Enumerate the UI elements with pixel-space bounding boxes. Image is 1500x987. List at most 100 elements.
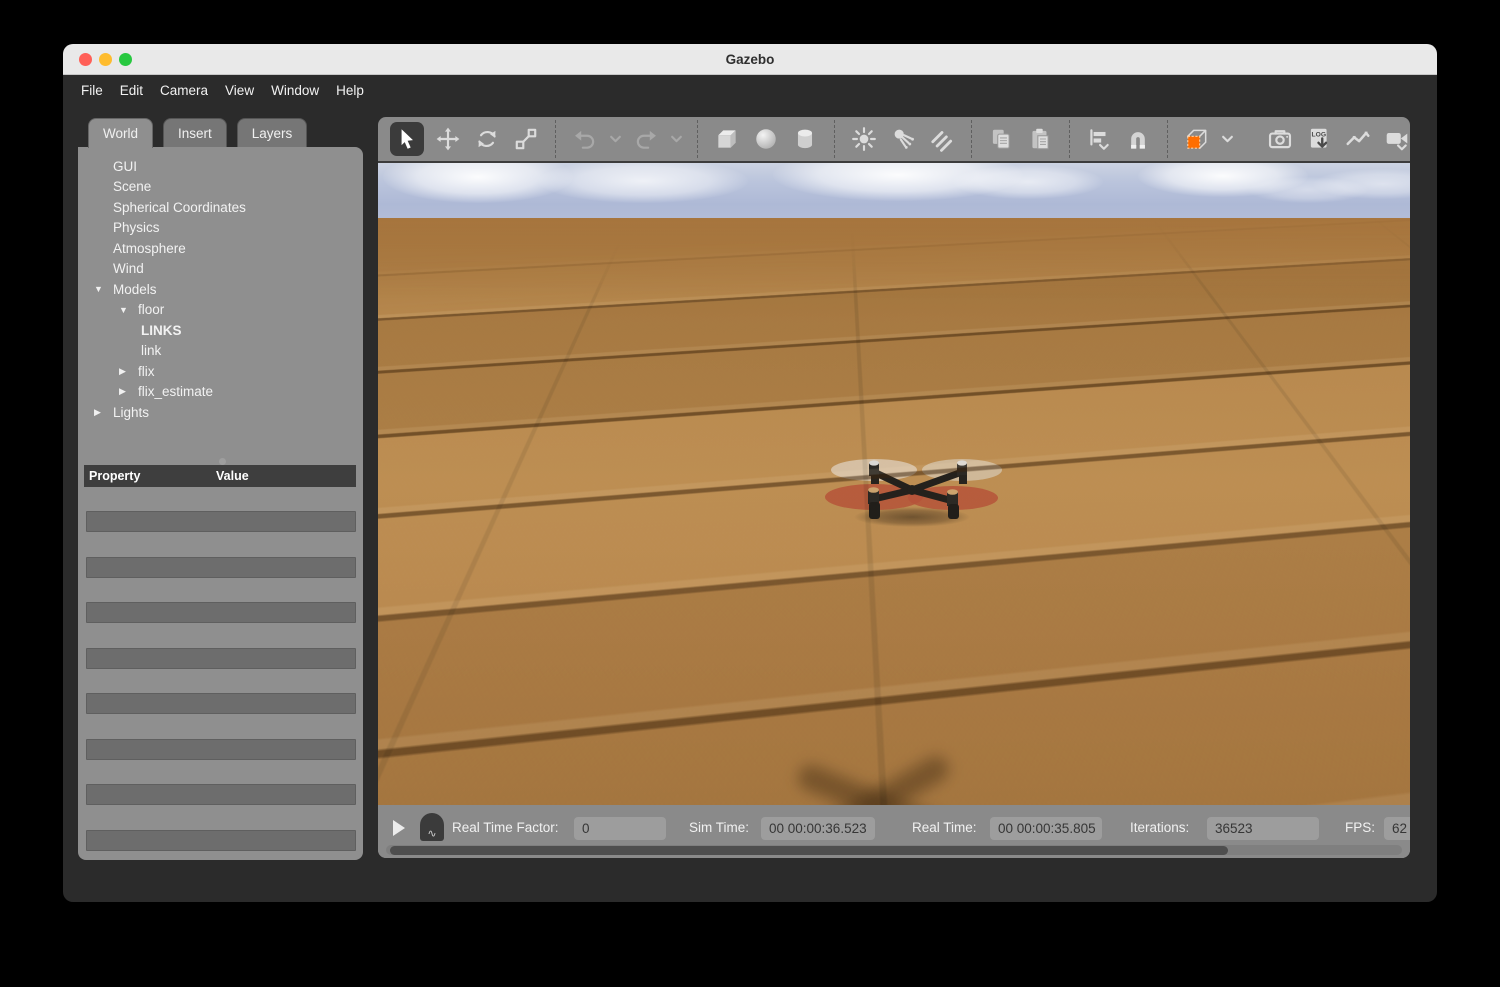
viewport-3d[interactable] bbox=[378, 163, 1410, 805]
real-time-factor-field[interactable]: 0 bbox=[574, 817, 666, 840]
tree-item-wind[interactable]: Wind bbox=[78, 259, 363, 280]
floor-shadow-stain bbox=[778, 753, 998, 805]
play-button[interactable] bbox=[393, 820, 405, 836]
step-icon: ∿ bbox=[427, 827, 436, 841]
select-tool-button[interactable] bbox=[390, 122, 424, 156]
close-window-button[interactable] bbox=[79, 53, 92, 66]
real-time-label: Real Time: bbox=[912, 820, 977, 835]
undo-button[interactable] bbox=[570, 122, 600, 156]
copy-button[interactable] bbox=[986, 122, 1016, 156]
real-time-factor-label: Real Time Factor: bbox=[452, 820, 559, 835]
world-tree: GUI Scene Spherical Coordinates Physics … bbox=[78, 147, 363, 423]
minimize-window-button[interactable] bbox=[99, 53, 112, 66]
tree-item-atmosphere[interactable]: Atmosphere bbox=[78, 238, 363, 259]
menubar: File Edit Camera View Window Help bbox=[63, 75, 1437, 105]
sphere-button[interactable] bbox=[751, 122, 781, 156]
menu-camera[interactable]: Camera bbox=[160, 83, 208, 98]
value-column-header: Value bbox=[216, 469, 249, 483]
magnet-icon bbox=[1125, 126, 1151, 152]
collapse-arrow-icon[interactable]: ▼ bbox=[92, 284, 113, 294]
tree-item-gui[interactable]: GUI bbox=[78, 156, 363, 177]
move-arrows-icon bbox=[435, 126, 461, 152]
rotate-tool-button[interactable] bbox=[472, 122, 502, 156]
menu-file[interactable]: File bbox=[81, 83, 103, 98]
expand-arrow-icon[interactable]: ▶ bbox=[117, 386, 138, 397]
video-camera-icon bbox=[1384, 126, 1410, 152]
paste-clipboard-icon bbox=[1027, 126, 1053, 152]
spot-light-button[interactable] bbox=[888, 122, 918, 156]
log-record-button[interactable]: LOG bbox=[1304, 122, 1334, 156]
zoom-window-button[interactable] bbox=[119, 53, 132, 66]
tab-world[interactable]: World bbox=[88, 118, 153, 148]
property-row bbox=[86, 511, 356, 532]
camera-icon bbox=[1267, 126, 1293, 152]
translate-tool-button[interactable] bbox=[433, 122, 463, 156]
tree-item-scene[interactable]: Scene bbox=[78, 177, 363, 198]
box-button[interactable] bbox=[712, 122, 742, 156]
chevron-down-icon bbox=[1221, 126, 1234, 152]
rear-right-leg bbox=[959, 475, 967, 484]
sim-time-field[interactable]: 00 00:00:36.523 bbox=[761, 817, 875, 840]
video-record-button[interactable] bbox=[1382, 122, 1410, 156]
collapse-arrow-icon[interactable]: ▼ bbox=[117, 305, 138, 315]
viewport-panel: LOG bbox=[378, 117, 1410, 858]
redo-history-dropdown[interactable] bbox=[670, 122, 683, 156]
redo-arrow-icon bbox=[633, 126, 659, 152]
paste-button[interactable] bbox=[1025, 122, 1055, 156]
property-row bbox=[86, 602, 356, 623]
tree-item-spherical-coordinates[interactable]: Spherical Coordinates bbox=[78, 197, 363, 218]
tree-item-lights[interactable]: ▶Lights bbox=[78, 402, 363, 423]
expand-arrow-icon[interactable]: ▶ bbox=[92, 407, 113, 418]
fps-field[interactable]: 62 bbox=[1384, 817, 1410, 840]
window-title: Gazebo bbox=[726, 52, 775, 67]
scale-arrows-icon bbox=[513, 126, 539, 152]
sun-icon bbox=[851, 126, 877, 152]
chevron-down-icon bbox=[670, 126, 683, 152]
expand-arrow-icon[interactable]: ▶ bbox=[117, 366, 138, 377]
tab-insert[interactable]: Insert bbox=[163, 118, 227, 148]
horizontal-scrollbar-thumb[interactable] bbox=[390, 846, 1228, 855]
fps-label: FPS: bbox=[1345, 820, 1375, 835]
quadcopter-drone-model[interactable] bbox=[812, 440, 1012, 540]
copy-icon bbox=[988, 126, 1014, 152]
sim-time-label: Sim Time: bbox=[689, 820, 749, 835]
tree-item-models[interactable]: ▼Models bbox=[78, 279, 363, 300]
cylinder-icon bbox=[792, 126, 818, 152]
cylinder-button[interactable] bbox=[790, 122, 820, 156]
property-row bbox=[86, 693, 356, 714]
point-light-button[interactable] bbox=[849, 122, 879, 156]
tree-item-flix-estimate[interactable]: ▶flix_estimate bbox=[78, 382, 363, 403]
view-angle-button[interactable] bbox=[1182, 122, 1212, 156]
property-row bbox=[86, 557, 356, 578]
tree-item-physics[interactable]: Physics bbox=[78, 218, 363, 239]
view-angle-dropdown[interactable] bbox=[1221, 122, 1234, 156]
tree-item-flix[interactable]: ▶flix bbox=[78, 361, 363, 382]
plot-button[interactable] bbox=[1343, 122, 1373, 156]
align-button[interactable] bbox=[1084, 122, 1114, 156]
gazebo-window: Gazebo File Edit Camera View Window Help… bbox=[63, 44, 1437, 902]
menu-edit[interactable]: Edit bbox=[120, 83, 143, 98]
tree-item-link[interactable]: link bbox=[78, 341, 363, 362]
toolbar-separator bbox=[697, 120, 698, 158]
menu-help[interactable]: Help bbox=[336, 83, 364, 98]
redo-button[interactable] bbox=[631, 122, 661, 156]
undo-history-dropdown[interactable] bbox=[609, 122, 622, 156]
tree-item-links-header[interactable]: LINKS bbox=[78, 320, 363, 341]
property-column-header: Property bbox=[84, 469, 216, 483]
iterations-field[interactable]: 36523 bbox=[1207, 817, 1319, 840]
snap-button[interactable] bbox=[1123, 122, 1153, 156]
menu-view[interactable]: View bbox=[225, 83, 254, 98]
sky bbox=[378, 163, 1410, 218]
scale-tool-button[interactable] bbox=[511, 122, 541, 156]
step-button[interactable]: ∿ bbox=[420, 813, 444, 841]
directional-light-button[interactable] bbox=[927, 122, 957, 156]
tab-layers[interactable]: Layers bbox=[237, 118, 308, 148]
tree-item-floor[interactable]: ▼floor bbox=[78, 300, 363, 321]
menu-window[interactable]: Window bbox=[271, 83, 319, 98]
front-right-leg bbox=[948, 504, 959, 519]
real-time-field[interactable]: 00 00:00:35.805 bbox=[990, 817, 1102, 840]
iterations-label: Iterations: bbox=[1130, 820, 1189, 835]
screenshot-button[interactable] bbox=[1265, 122, 1295, 156]
horizontal-scrollbar[interactable] bbox=[386, 845, 1402, 855]
panel-splitter-handle[interactable] bbox=[219, 458, 226, 465]
